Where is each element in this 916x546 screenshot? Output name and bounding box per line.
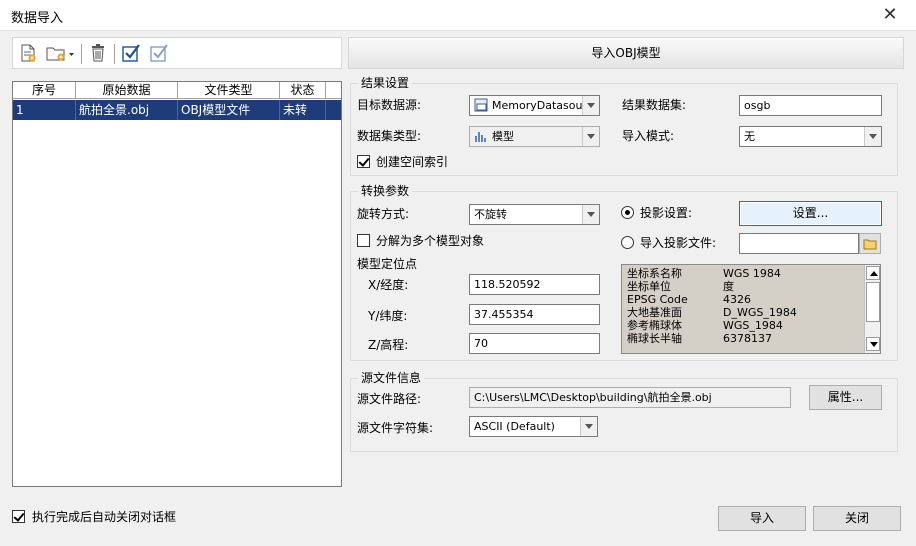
chevron-down-icon (864, 127, 881, 146)
list-header: 序号 原始数据 文件类型 状态 (13, 82, 341, 99)
projection-info-box[interactable]: 坐标系名称 WGS 1984 坐标单位度 EPSG Code 4326 大地基准面 D… (621, 264, 881, 354)
charset-label: 源文件字符集: (357, 421, 434, 435)
auto-close-label: 执行完成后自动关闭对话框 (32, 510, 177, 524)
import-mode-label: 导入模式: (622, 129, 675, 143)
z-input[interactable]: 70 (469, 333, 600, 354)
header-status[interactable]: 状态 (280, 82, 326, 99)
header-source[interactable]: 原始数据 (76, 82, 178, 99)
result-dataset-input[interactable]: osgb (739, 95, 882, 116)
dataset-type-select[interactable]: 模型 (469, 126, 600, 147)
header-index[interactable]: 序号 (13, 82, 76, 99)
source-info-legend: 源文件信息 (358, 371, 425, 385)
result-settings-legend: 结果设置 (358, 76, 413, 90)
import-type-banner: 导入OBJ模型 (348, 37, 904, 69)
spatial-index-checkbox[interactable] (357, 155, 370, 168)
import-mode-select[interactable]: 无 (739, 126, 882, 147)
target-datasource-select[interactable]: MemoryDatasour (469, 95, 600, 116)
conversion-legend: 转换参数 (358, 184, 413, 198)
table-row[interactable]: 1 航拍全景.obj OBJ模型文件 未转 (13, 100, 341, 120)
toolbar (12, 37, 342, 69)
projection-settings-label: 投影设置: (640, 206, 693, 220)
title-bar: 数据导入 ✕ (0, 0, 916, 31)
y-label: Y/纬度: (368, 309, 408, 323)
split-model-checkbox[interactable] (357, 234, 370, 247)
result-dataset-label: 结果数据集: (622, 98, 687, 112)
z-label: Z/高程: (368, 338, 409, 352)
source-path-label: 源文件路径: (357, 392, 422, 406)
properties-button[interactable]: 属性... (809, 385, 882, 410)
target-datasource-value: MemoryDatasour (492, 99, 587, 112)
row-source: 航拍全景.obj (76, 100, 178, 120)
split-model-label: 分解为多个模型对象 (376, 234, 485, 248)
uncheck-all-icon[interactable] (147, 41, 171, 65)
import-projection-label: 导入投影文件: (640, 236, 717, 250)
projection-settings-radio[interactable] (621, 206, 634, 219)
browse-folder-button[interactable] (859, 233, 881, 254)
scroll-up-icon[interactable] (866, 266, 880, 280)
close-button[interactable]: 关闭 (813, 506, 901, 531)
projection-settings-button[interactable]: 设置... (739, 201, 882, 226)
import-mode-value: 无 (744, 130, 755, 143)
chevron-down-icon (580, 417, 597, 436)
folder-icon (863, 239, 877, 250)
file-list: 序号 原始数据 文件类型 状态 1 航拍全景.obj OBJ模型文件 未转 (12, 81, 342, 487)
charset-select[interactable]: ASCII (Default) (469, 416, 598, 437)
spatial-index-label: 创建空间索引 (376, 155, 449, 169)
scroll-down-icon[interactable] (866, 337, 880, 351)
source-path-field: C:\Users\LMC\Desktop\building\航拍全景.obj (469, 387, 791, 408)
target-datasource-label: 目标数据源: (357, 98, 422, 112)
rotation-select[interactable]: 不旋转 (469, 204, 600, 225)
auto-close-checkbox[interactable] (12, 510, 25, 523)
row-status: 未转 (280, 100, 326, 120)
x-input[interactable]: 118.520592 (469, 274, 600, 295)
check-all-icon[interactable] (119, 41, 143, 65)
row-type: OBJ模型文件 (178, 100, 280, 120)
model-position-label: 模型定位点 (357, 257, 418, 271)
add-folder-icon[interactable] (44, 41, 76, 65)
info-scrollbar[interactable] (864, 265, 880, 353)
charset-value: ASCII (Default) (474, 420, 555, 433)
model-icon (474, 129, 489, 146)
window-title: 数据导入 (11, 11, 64, 26)
rotation-value: 不旋转 (474, 208, 507, 221)
dataset-type-label: 数据集类型: (357, 129, 422, 143)
dataset-type-value: 模型 (492, 130, 514, 143)
chevron-down-icon (582, 96, 599, 115)
row-index: 1 (13, 100, 76, 120)
rotation-label: 旋转方式: (357, 207, 410, 221)
add-file-icon[interactable] (16, 41, 40, 65)
y-input[interactable]: 37.455354 (469, 304, 600, 325)
import-projection-input[interactable] (739, 233, 859, 254)
close-icon[interactable]: ✕ (878, 3, 902, 27)
header-type[interactable]: 文件类型 (178, 82, 280, 99)
chevron-down-icon (582, 205, 599, 224)
x-label: X/经度: (368, 278, 409, 292)
scroll-thumb[interactable] (866, 282, 880, 322)
delete-icon[interactable] (86, 41, 110, 65)
import-projection-radio[interactable] (621, 236, 634, 249)
chevron-down-icon (582, 127, 599, 146)
import-button[interactable]: 导入 (718, 506, 806, 531)
datasource-icon (474, 98, 489, 115)
